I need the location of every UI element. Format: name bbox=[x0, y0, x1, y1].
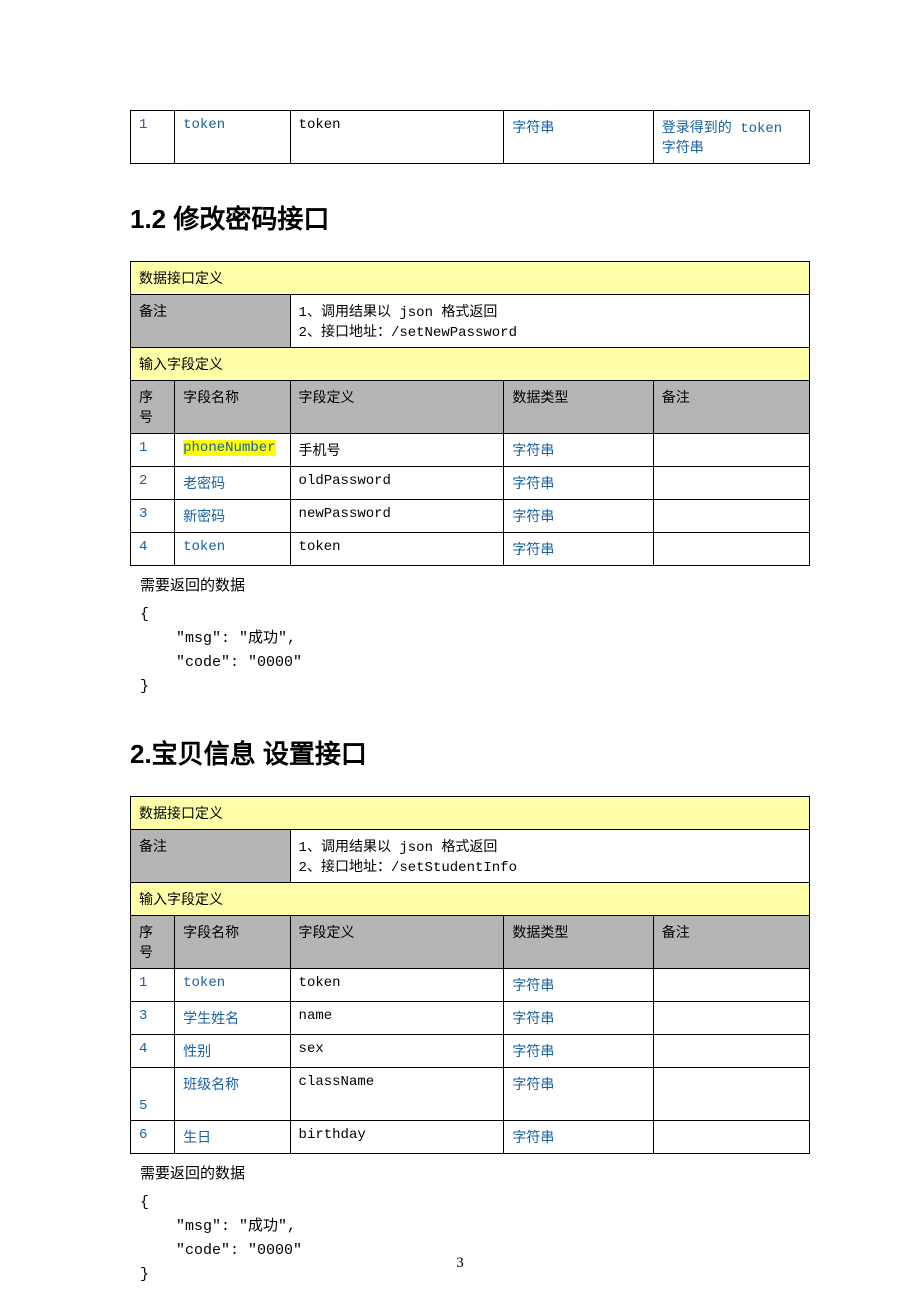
cell-def: name bbox=[290, 1002, 504, 1035]
header-input: 输入字段定义 bbox=[131, 348, 810, 381]
cell-def: className bbox=[290, 1068, 504, 1121]
cell-def: newPassword bbox=[290, 500, 504, 533]
cell-seq: 3 bbox=[131, 1002, 175, 1035]
cell-seq: 5 bbox=[131, 1068, 175, 1121]
column-headers: 序号 字段名称 字段定义 数据类型 备注 bbox=[131, 381, 810, 434]
cell-note bbox=[653, 500, 809, 533]
cell-name: token bbox=[175, 969, 290, 1002]
remark-label: 备注 bbox=[131, 295, 291, 348]
table-row: 4性别sex字符串 bbox=[131, 1035, 810, 1068]
cell-seq: 1 bbox=[131, 434, 175, 467]
section-heading-12: 1.2 修改密码接口 bbox=[130, 199, 810, 236]
cell-type: 字符串 bbox=[504, 1068, 653, 1121]
cell-note bbox=[653, 467, 809, 500]
table-row: 1phoneNumber手机号字符串 bbox=[131, 434, 810, 467]
cell-name: 班级名称 bbox=[175, 1068, 290, 1121]
cell-name: 老密码 bbox=[175, 467, 290, 500]
table-row: 1 token token 字符串 登录得到的 token 字符串 bbox=[131, 111, 810, 164]
table-row: 5班级名称className字符串 bbox=[131, 1068, 810, 1121]
cell-note bbox=[653, 1121, 809, 1154]
table-row: 4tokentoken字符串 bbox=[131, 533, 810, 566]
column-headers: 序号 字段名称 字段定义 数据类型 备注 bbox=[131, 916, 810, 969]
cell-seq: 1 bbox=[131, 111, 175, 164]
col-name: 字段名称 bbox=[175, 916, 290, 969]
cell-seq: 1 bbox=[131, 969, 175, 1002]
cell-note bbox=[653, 434, 809, 467]
cell-def: sex bbox=[290, 1035, 504, 1068]
cell-type: 字符串 bbox=[504, 1121, 653, 1154]
header-input: 输入字段定义 bbox=[131, 883, 810, 916]
top-table: 1 token token 字符串 登录得到的 token 字符串 bbox=[130, 110, 810, 164]
cell-type: 字符串 bbox=[504, 969, 653, 1002]
table-12: 数据接口定义 备注 1、调用结果以 json 格式返回 2、接口地址：/setN… bbox=[130, 261, 810, 566]
cell-type: 字符串 bbox=[504, 434, 653, 467]
table-row: 1tokentoken字符串 bbox=[131, 969, 810, 1002]
cell-note bbox=[653, 1035, 809, 1068]
cell-def: token bbox=[290, 111, 504, 164]
col-def: 字段定义 bbox=[290, 381, 504, 434]
cell-def: oldPassword bbox=[290, 467, 504, 500]
cell-seq: 4 bbox=[131, 533, 175, 566]
remark-content: 1、调用结果以 json 格式返回 2、接口地址：/setNewPassword bbox=[290, 295, 809, 348]
table-row: 6生日birthday字符串 bbox=[131, 1121, 810, 1154]
remark-label: 备注 bbox=[131, 830, 291, 883]
cell-type: 字符串 bbox=[504, 533, 653, 566]
cell-name: phoneNumber bbox=[175, 434, 290, 467]
cell-def: birthday bbox=[290, 1121, 504, 1154]
cell-note bbox=[653, 1002, 809, 1035]
return-code-2: { "msg": "成功", "code": "0000" } bbox=[140, 1191, 810, 1287]
cell-note: 登录得到的 token 字符串 bbox=[653, 111, 809, 164]
header-def: 数据接口定义 bbox=[131, 262, 810, 295]
cell-note bbox=[653, 1068, 809, 1121]
cell-seq: 3 bbox=[131, 500, 175, 533]
table-2: 数据接口定义 备注 1、调用结果以 json 格式返回 2、接口地址：/setS… bbox=[130, 796, 810, 1154]
table-row: 3学生姓名name字符串 bbox=[131, 1002, 810, 1035]
section-heading-2: 2.宝贝信息 设置接口 bbox=[130, 734, 810, 771]
cell-seq: 2 bbox=[131, 467, 175, 500]
page-number: 3 bbox=[0, 1255, 920, 1272]
cell-type: 字符串 bbox=[504, 500, 653, 533]
cell-type: 字符串 bbox=[504, 1035, 653, 1068]
return-code-12: { "msg": "成功", "code": "0000" } bbox=[140, 603, 810, 699]
col-note: 备注 bbox=[653, 381, 809, 434]
cell-type: 字符串 bbox=[504, 1002, 653, 1035]
remark-content: 1、调用结果以 json 格式返回 2、接口地址：/setStudentInfo bbox=[290, 830, 809, 883]
cell-note bbox=[653, 533, 809, 566]
cell-type: 字符串 bbox=[504, 111, 653, 164]
cell-def: 手机号 bbox=[290, 434, 504, 467]
col-type: 数据类型 bbox=[504, 381, 653, 434]
col-type: 数据类型 bbox=[504, 916, 653, 969]
col-seq: 序号 bbox=[131, 916, 175, 969]
cell-name: 学生姓名 bbox=[175, 1002, 290, 1035]
table-row: 3新密码newPassword字符串 bbox=[131, 500, 810, 533]
return-label-12: 需要返回的数据 bbox=[140, 574, 810, 595]
cell-note bbox=[653, 969, 809, 1002]
cell-seq: 4 bbox=[131, 1035, 175, 1068]
cell-name: token bbox=[175, 533, 290, 566]
cell-def: token bbox=[290, 533, 504, 566]
cell-def: token bbox=[290, 969, 504, 1002]
cell-name: 性别 bbox=[175, 1035, 290, 1068]
col-name: 字段名称 bbox=[175, 381, 290, 434]
col-note: 备注 bbox=[653, 916, 809, 969]
col-def: 字段定义 bbox=[290, 916, 504, 969]
cell-type: 字符串 bbox=[504, 467, 653, 500]
cell-name: token bbox=[175, 111, 290, 164]
return-label-2: 需要返回的数据 bbox=[140, 1162, 810, 1183]
cell-seq: 6 bbox=[131, 1121, 175, 1154]
cell-name: 生日 bbox=[175, 1121, 290, 1154]
cell-name: 新密码 bbox=[175, 500, 290, 533]
table-row: 2老密码oldPassword字符串 bbox=[131, 467, 810, 500]
header-def: 数据接口定义 bbox=[131, 797, 810, 830]
col-seq: 序号 bbox=[131, 381, 175, 434]
